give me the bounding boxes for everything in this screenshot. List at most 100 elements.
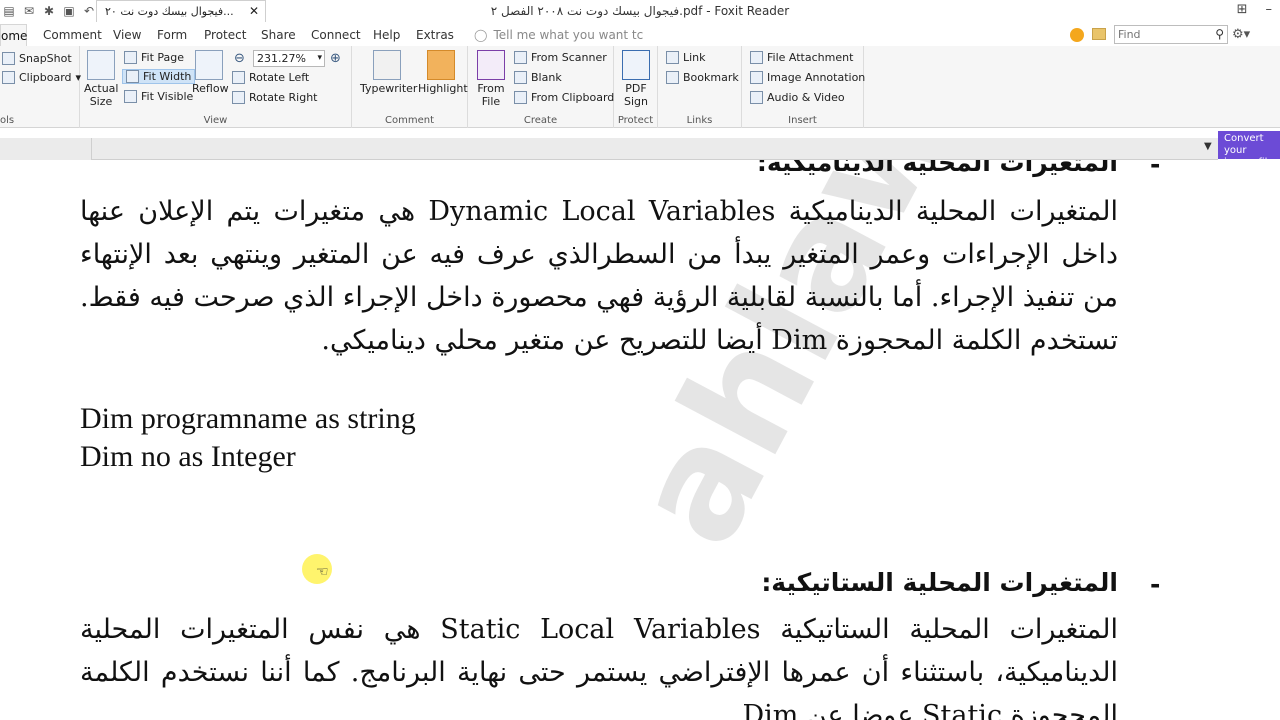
group-label-view: View bbox=[203, 115, 228, 126]
blank-page-icon bbox=[514, 71, 527, 84]
zoom-in-icon[interactable]: ⊕ bbox=[330, 51, 341, 66]
image-icon bbox=[750, 71, 763, 84]
highlight-icon bbox=[427, 50, 455, 80]
tab-strip-left bbox=[0, 138, 92, 160]
typewriter-button[interactable]: Typewriter bbox=[360, 50, 417, 95]
tab-extras[interactable]: Extras bbox=[416, 28, 454, 42]
tab-home[interactable]: ome bbox=[0, 24, 27, 46]
rotate-right-icon bbox=[232, 91, 245, 104]
ribbon: SnapShot Clipboard ▾ ols Actual Size Fit … bbox=[0, 46, 1280, 128]
from-scanner-button[interactable]: From Scanner bbox=[514, 51, 607, 64]
fit-width-button[interactable]: Fit Width bbox=[122, 69, 196, 84]
rotate-left-button[interactable]: Rotate Left bbox=[232, 71, 309, 84]
group-label-create: Create bbox=[523, 115, 558, 126]
typewriter-icon bbox=[373, 50, 401, 80]
zoom-out-icon[interactable]: ⊖ bbox=[234, 51, 245, 66]
group-view: Actual Size Fit Page Fit Width Fit Visib… bbox=[80, 46, 352, 128]
tab-comment[interactable]: Comment bbox=[43, 28, 102, 42]
gear-icon[interactable]: ⚙▾ bbox=[1232, 27, 1250, 42]
attachment-icon bbox=[750, 51, 763, 64]
highlight-button[interactable]: Highlight bbox=[418, 50, 468, 95]
tab-connect[interactable]: Connect bbox=[311, 28, 361, 42]
zoom-field[interactable]: 231.27% ▾ bbox=[253, 50, 325, 67]
snapshot-button[interactable]: SnapShot bbox=[2, 52, 72, 65]
group-label-tools: ols bbox=[0, 115, 15, 126]
search-icon[interactable]: ⚲ bbox=[1215, 27, 1224, 41]
code-line-2: Dim no as Integer bbox=[80, 440, 296, 473]
fit-page-icon bbox=[124, 51, 137, 64]
group-label-comment: Comment bbox=[385, 115, 434, 126]
paragraph-dynamic-variables: المتغيرات المحلية الديناميكية Dynamic Lo… bbox=[80, 196, 1118, 356]
reflow-icon bbox=[195, 50, 223, 80]
fit-visible-icon bbox=[124, 90, 137, 103]
tab-help[interactable]: Help bbox=[373, 28, 400, 42]
image-annotation-button[interactable]: Image Annotation bbox=[750, 71, 865, 84]
paragraph-static-variables: المتغيرات المحلية الستاتيكية Static Loca… bbox=[80, 614, 1118, 720]
scanner-icon bbox=[514, 51, 527, 64]
document-tab-strip bbox=[0, 138, 1218, 160]
favorites-icon[interactable] bbox=[1070, 28, 1084, 42]
fit-page-button[interactable]: Fit Page bbox=[124, 51, 184, 64]
tab-form[interactable]: Form bbox=[157, 28, 187, 42]
clipboard-icon bbox=[2, 71, 15, 84]
group-comment: Typewriter Highlight Comment bbox=[352, 46, 468, 128]
pdf-sign-button[interactable]: PDF Sign bbox=[620, 50, 652, 108]
group-label-insert: Insert bbox=[788, 115, 817, 126]
from-file-button[interactable]: From File bbox=[474, 50, 508, 108]
bullet-mark: - bbox=[1150, 160, 1161, 179]
chevron-down-icon[interactable]: ▾ bbox=[317, 51, 322, 66]
restore-icon[interactable]: ⊞ bbox=[1237, 2, 1248, 17]
rotate-right-button[interactable]: Rotate Right bbox=[232, 91, 317, 104]
group-tools: SnapShot Clipboard ▾ ols bbox=[0, 46, 81, 128]
file-attachment-button[interactable]: File Attachment bbox=[750, 51, 853, 64]
video-icon bbox=[750, 91, 763, 104]
tell-me-text: Tell me what you want tc bbox=[493, 28, 644, 42]
tab-protect[interactable]: Protect bbox=[204, 28, 246, 42]
audio-video-button[interactable]: Audio & Video bbox=[750, 91, 845, 104]
group-label-protect: Protect bbox=[617, 115, 654, 126]
hand-cursor-icon: ☜ bbox=[316, 564, 329, 580]
scissors-icon bbox=[2, 52, 15, 65]
clipboard-button[interactable]: Clipboard ▾ bbox=[2, 71, 81, 84]
bullet-mark-2: - bbox=[1150, 570, 1161, 599]
group-create: From File From Scanner Blank From Clipbo… bbox=[468, 46, 614, 128]
group-links: Link Bookmark Links bbox=[658, 46, 742, 128]
bookmark-icon bbox=[666, 71, 679, 84]
find-input[interactable] bbox=[1115, 26, 1207, 43]
minimize-icon[interactable]: – bbox=[1266, 2, 1273, 17]
code-line-1: Dim programname as string bbox=[80, 402, 416, 435]
from-clipboard-button[interactable]: From Clipboard bbox=[514, 91, 614, 104]
blank-button[interactable]: Blank bbox=[514, 71, 562, 84]
close-icon[interactable]: ✕ bbox=[249, 4, 259, 18]
clipboard-icon bbox=[514, 91, 527, 104]
reflow-button[interactable]: Reflow bbox=[192, 50, 229, 95]
document-tab-label: فيجوال بيسك دوت نت ٢٠... bbox=[105, 5, 234, 18]
group-insert: File Attachment Image Annotation Audio &… bbox=[742, 46, 865, 128]
menu-bar: ome Comment View Form Protect Share Conn… bbox=[0, 24, 1280, 46]
window-controls: ⊞ – bbox=[1237, 2, 1272, 17]
fit-width-icon bbox=[126, 70, 139, 83]
link-button[interactable]: Link bbox=[666, 51, 706, 64]
group-label-links: Links bbox=[686, 115, 713, 126]
document-tab[interactable]: فيجوال بيسك دوت نت ٢٠... ✕ bbox=[96, 0, 266, 22]
tab-share[interactable]: Share bbox=[261, 28, 296, 42]
folder-icon[interactable] bbox=[1092, 28, 1106, 40]
rotate-left-icon bbox=[232, 71, 245, 84]
find-field[interactable]: ⚲ bbox=[1114, 25, 1228, 44]
convert-banner[interactable]: Convert your image files bbox=[1218, 131, 1280, 168]
document-page: ahlawi - المتغيرات المحلية الديناميكية: … bbox=[0, 160, 1280, 720]
fit-visible-button[interactable]: Fit Visible bbox=[124, 90, 193, 103]
file-icon bbox=[477, 50, 505, 80]
heading-static-variables: المتغيرات المحلية الستاتيكية: bbox=[761, 568, 1118, 597]
lightbulb-icon: ◯ bbox=[474, 28, 488, 42]
tell-me-box[interactable]: ◯ Tell me what you want tc bbox=[474, 28, 643, 42]
link-icon bbox=[666, 51, 679, 64]
mouse-cursor: ☜ bbox=[302, 554, 332, 584]
tab-view[interactable]: View bbox=[113, 28, 141, 42]
pen-icon bbox=[622, 50, 650, 80]
group-protect: PDF Sign Protect bbox=[614, 46, 658, 128]
bookmark-button[interactable]: Bookmark bbox=[666, 71, 739, 84]
page-icon bbox=[87, 50, 115, 80]
tab-list-dropdown-icon[interactable]: ▼ bbox=[1204, 141, 1212, 152]
actual-size-button[interactable]: Actual Size bbox=[84, 50, 118, 108]
